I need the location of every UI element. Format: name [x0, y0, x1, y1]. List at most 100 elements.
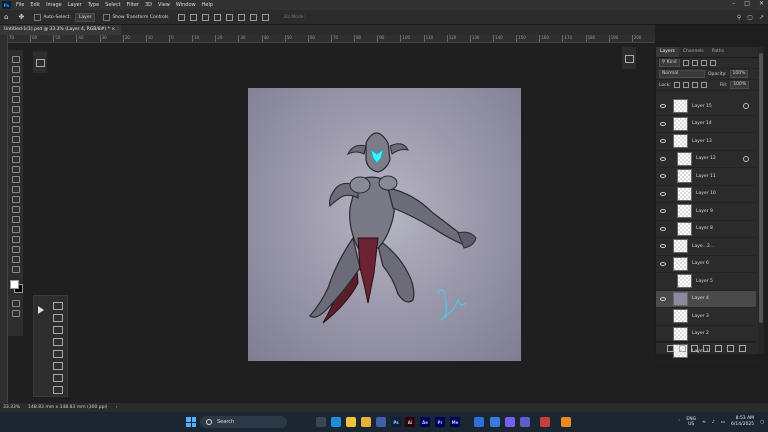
visibility-eye-icon[interactable]: [660, 261, 666, 266]
menu-select[interactable]: Select: [102, 2, 123, 8]
lock-transparent-icon[interactable]: [673, 82, 680, 88]
layer-row[interactable]: Layer 15: [656, 98, 756, 116]
visibility-eye-icon[interactable]: [660, 191, 666, 196]
layer-name[interactable]: Layer 5: [696, 279, 713, 284]
visibility-eye-icon[interactable]: [660, 332, 666, 336]
menu-filter[interactable]: Filter: [124, 2, 142, 8]
battery-icon[interactable]: ▭: [721, 420, 725, 425]
link-layers-icon[interactable]: [666, 344, 674, 352]
layer-row[interactable]: Layer 12: [656, 151, 756, 168]
play-icon[interactable]: [38, 306, 44, 314]
hand-tool-icon[interactable]: [11, 246, 20, 253]
layer-row[interactable]: Layer 10: [656, 186, 756, 203]
distribute-icon[interactable]: [250, 13, 258, 21]
menu-file[interactable]: File: [13, 2, 27, 8]
tab-channels[interactable]: Channels: [679, 47, 708, 57]
language-indicator[interactable]: ENG US: [686, 417, 696, 427]
layer-row[interactable]: Layer 5: [656, 273, 756, 291]
color-swatches[interactable]: [10, 280, 23, 293]
show-transform-checkbox[interactable]: Show Transform Controls: [103, 13, 168, 21]
layer-name[interactable]: Layer 14: [692, 121, 712, 126]
align-center-icon[interactable]: [190, 13, 198, 21]
artboard[interactable]: [248, 88, 521, 361]
libraries-icon[interactable]: [53, 326, 63, 334]
brush-tool-icon[interactable]: [11, 136, 20, 143]
photoshop-icon[interactable]: Ps: [391, 417, 401, 427]
layer-name[interactable]: Layer 3: [692, 314, 709, 319]
quick-select-tool-icon[interactable]: [11, 86, 20, 93]
eraser-tool-icon[interactable]: [11, 166, 20, 173]
menu-help[interactable]: Help: [199, 2, 216, 8]
layer-effects-icon[interactable]: [743, 103, 749, 110]
windows-start-icon[interactable]: [186, 417, 196, 427]
eyedropper-tool-icon[interactable]: [11, 116, 20, 123]
opacity-input[interactable]: 100%: [729, 70, 749, 78]
layer-row[interactable]: Layer 6: [656, 256, 756, 273]
panel-toggle-icon[interactable]: [35, 59, 45, 67]
zoom-level[interactable]: 33.33%: [3, 405, 20, 410]
task-view-icon[interactable]: [316, 417, 326, 427]
auto-select-dropdown[interactable]: Layer: [74, 12, 96, 22]
move-tool-icon[interactable]: [11, 56, 20, 63]
lock-position-icon[interactable]: [691, 82, 698, 88]
align-top-icon[interactable]: [214, 13, 222, 21]
workspace-icon[interactable]: ▢: [747, 14, 753, 21]
paragraph-icon[interactable]: [53, 386, 63, 394]
maximize-icon[interactable]: □: [744, 0, 750, 7]
shape-filter-icon[interactable]: [709, 60, 716, 66]
quick-mask-icon[interactable]: [11, 300, 20, 307]
lock-image-icon[interactable]: [682, 82, 689, 88]
menu-view[interactable]: View: [155, 2, 173, 8]
type-filter-icon[interactable]: [700, 60, 707, 66]
path-select-tool-icon[interactable]: [11, 226, 20, 233]
visibility-eye-icon[interactable]: [660, 174, 666, 179]
layer-row[interactable]: Layer 14: [656, 116, 756, 133]
align-left-icon[interactable]: [178, 13, 186, 21]
home-icon[interactable]: ⌂: [4, 13, 8, 21]
marquee-tool-icon[interactable]: [11, 66, 20, 73]
media-encoder-icon[interactable]: Me: [450, 417, 460, 427]
teams-icon[interactable]: [520, 417, 530, 427]
layer-name[interactable]: Layer 6: [692, 261, 709, 266]
chevron-up-icon[interactable]: ˄: [678, 420, 680, 425]
auto-select-checkbox[interactable]: Auto-Select:: [34, 13, 71, 21]
layer-name[interactable]: Layer 10: [696, 191, 716, 196]
visibility-eye-icon[interactable]: [660, 156, 666, 161]
more-tools-icon[interactable]: [11, 266, 20, 273]
status-arrow-icon[interactable]: ›: [116, 405, 118, 410]
edge-icon[interactable]: [331, 417, 341, 427]
close-tab-icon[interactable]: ×: [111, 27, 115, 32]
align-middle-icon[interactable]: [226, 13, 234, 21]
properties-icon[interactable]: [53, 350, 63, 358]
after-effects-icon[interactable]: Ae: [420, 417, 430, 427]
menu-edit[interactable]: Edit: [27, 2, 43, 8]
brush-settings-icon[interactable]: [53, 338, 63, 346]
layer-name[interactable]: Layer 12: [696, 156, 716, 161]
visibility-eye-icon[interactable]: [660, 139, 666, 144]
layer-row[interactable]: Layer 4: [656, 290, 756, 308]
tab-paths[interactable]: Paths: [708, 47, 728, 57]
layer-name[interactable]: Layer 13: [692, 139, 712, 144]
kind-filter-dropdown[interactable]: ⚲ Kind: [659, 59, 680, 67]
menu-image[interactable]: Image: [43, 2, 65, 8]
visibility-eye-icon[interactable]: [660, 226, 666, 231]
layer-row[interactable]: Layer 11: [656, 168, 756, 186]
store-icon[interactable]: [376, 417, 386, 427]
blur-tool-icon[interactable]: [11, 186, 20, 193]
vlc-icon[interactable]: [561, 417, 571, 427]
menu-3d[interactable]: 3D: [142, 2, 155, 8]
close-icon[interactable]: ✕: [759, 0, 764, 7]
layer-name[interactable]: Layer 9: [696, 209, 713, 214]
crop-tool-icon[interactable]: [11, 96, 20, 103]
layer-name[interactable]: Layer 11: [696, 174, 716, 179]
layer-name[interactable]: Laye...2...: [692, 244, 714, 249]
visibility-eye-icon[interactable]: [660, 121, 666, 126]
layer-name[interactable]: Layer 15: [692, 104, 712, 109]
move-tool-icon[interactable]: ✥: [18, 13, 24, 21]
new-layer-icon[interactable]: [726, 344, 734, 352]
visibility-eye-icon[interactable]: [660, 296, 666, 301]
layer-row[interactable]: Layer 3: [656, 308, 756, 326]
taskbar-search[interactable]: Search: [200, 416, 287, 428]
document-tab[interactable]: Untitled-1(1).psd @ 33.3% (Layer 4, RGB/…: [0, 25, 122, 35]
dodge-tool-icon[interactable]: [11, 196, 20, 203]
